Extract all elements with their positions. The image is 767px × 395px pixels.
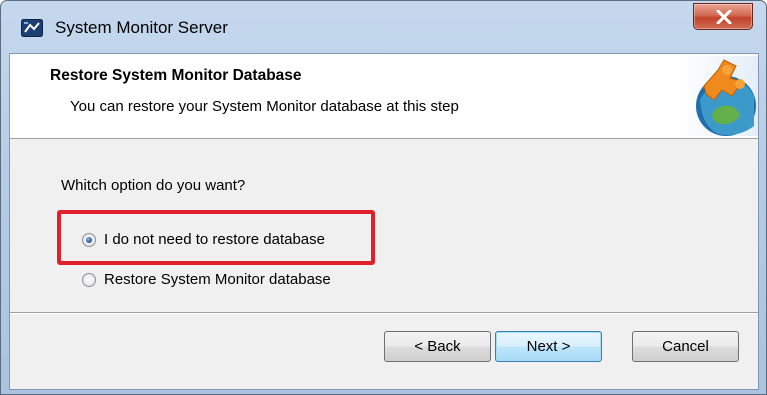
radio-option-restore[interactable]: Restore System Monitor database bbox=[82, 271, 331, 288]
highlight-box bbox=[57, 210, 375, 265]
puzzle-globe-logo-icon bbox=[678, 56, 758, 136]
app-monitor-icon bbox=[21, 19, 43, 37]
close-icon bbox=[716, 10, 732, 24]
page-title: Restore System Monitor Database bbox=[50, 67, 302, 84]
radio-button-unselected[interactable] bbox=[82, 272, 96, 287]
next-button[interactable]: Next > bbox=[495, 331, 602, 362]
option-question: Whitch option do you want? bbox=[61, 177, 246, 194]
cancel-button[interactable]: Cancel bbox=[632, 331, 739, 362]
back-button[interactable]: < Back bbox=[384, 331, 491, 362]
wizard-body: Restore System Monitor Database You can … bbox=[9, 53, 759, 390]
window-title: System Monitor Server bbox=[55, 18, 228, 37]
installer-window: System Monitor Server Restore System Mon… bbox=[0, 0, 767, 395]
footer-divider bbox=[10, 312, 758, 314]
radio-label-restore[interactable]: Restore System Monitor database bbox=[104, 271, 331, 288]
close-button[interactable] bbox=[693, 3, 753, 30]
title-bar[interactable]: System Monitor Server bbox=[1, 1, 766, 53]
wizard-header: Restore System Monitor Database You can … bbox=[10, 54, 758, 139]
page-subtitle: You can restore your System Monitor data… bbox=[70, 98, 459, 115]
